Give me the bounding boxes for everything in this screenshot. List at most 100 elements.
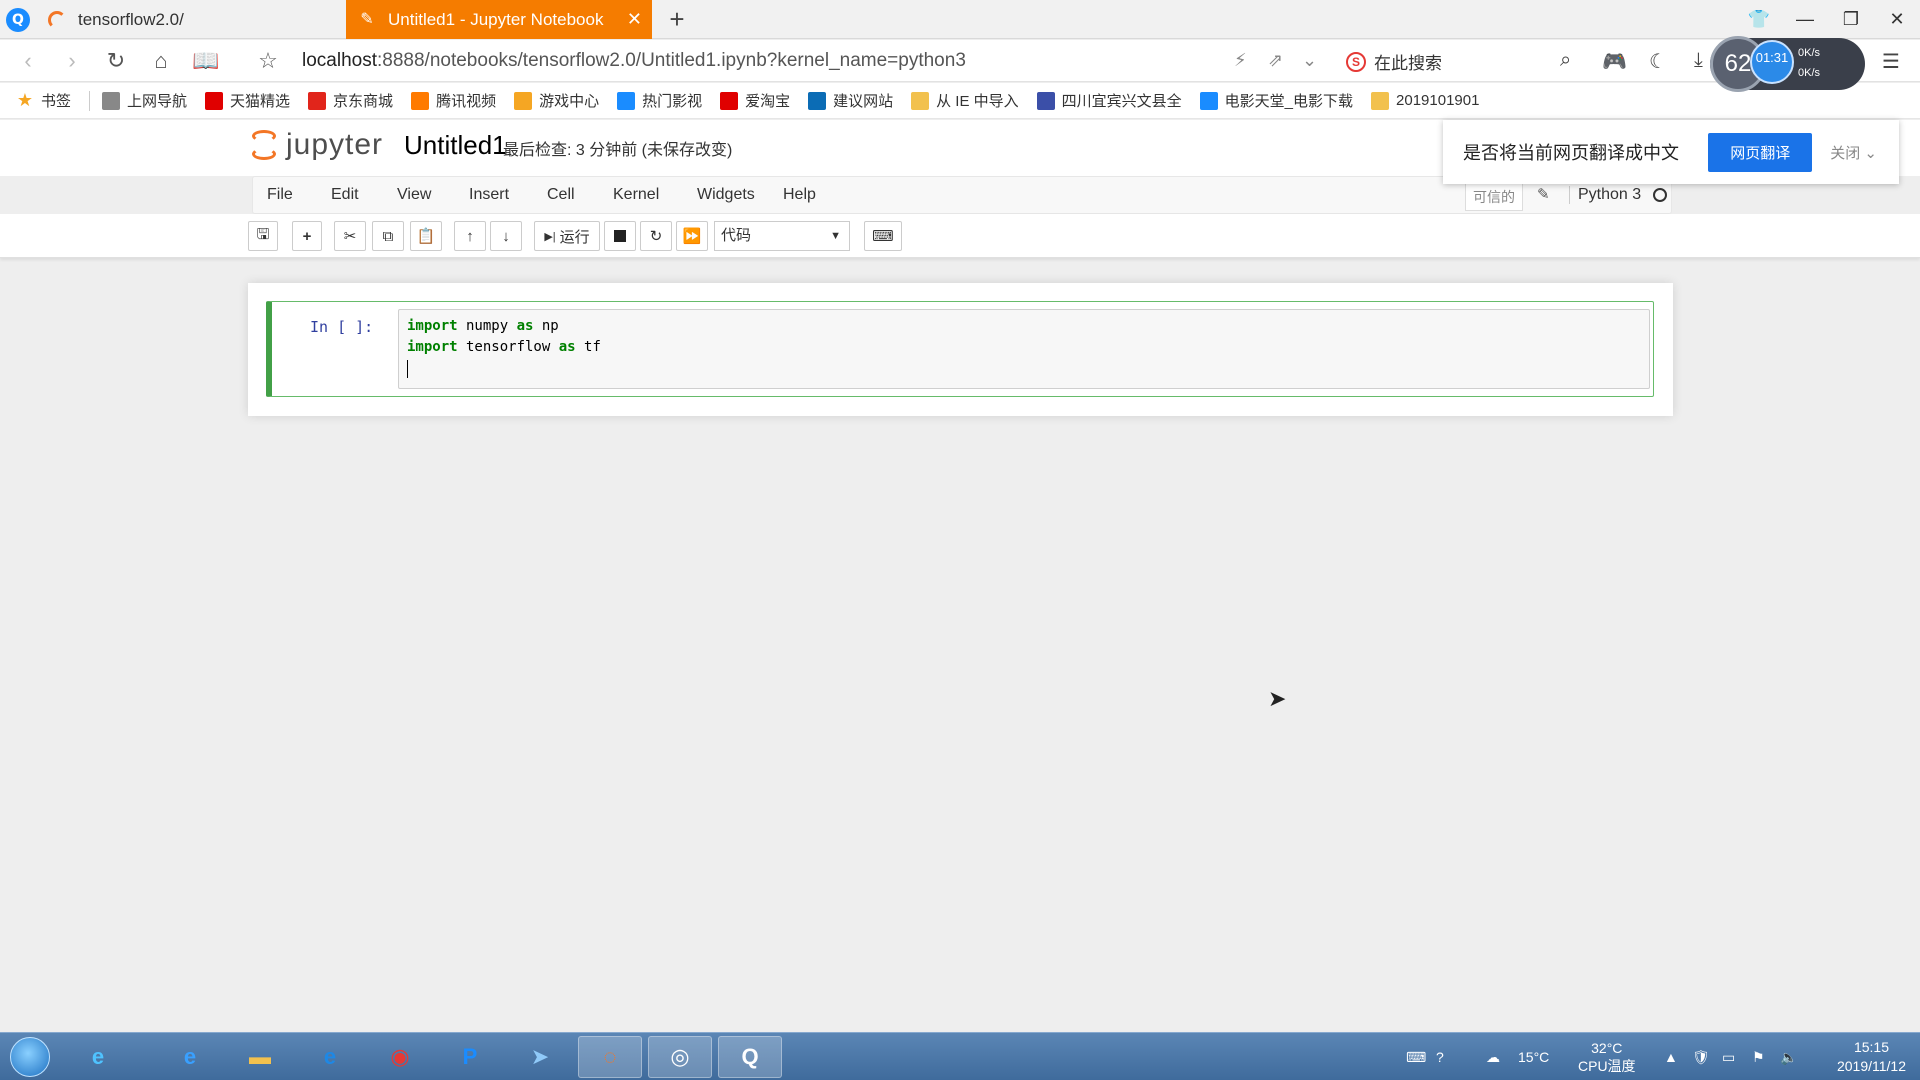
dropdown-chevron-icon[interactable]: ⌄ [1302, 50, 1317, 71]
system-clock[interactable]: 15:15 2019/11/12 [1837, 1038, 1906, 1076]
translate-close-label: 关闭 [1830, 144, 1861, 162]
chrome-taskbar-icon[interactable]: ◉ [368, 1036, 432, 1078]
browser-tab-tensorflow[interactable]: tensorflow2.0/ [36, 0, 344, 39]
edge-taskbar-icon[interactable]: e [298, 1036, 362, 1078]
show-hidden-icons-icon[interactable]: ▲ [1664, 1033, 1678, 1080]
download-icon[interactable]: ⤓ [1694, 49, 1703, 72]
pycharm-taskbar-icon[interactable]: P [438, 1036, 502, 1078]
copy-button[interactable]: ⧉ [372, 221, 404, 251]
explorer-folder-icon[interactable]: ▬ [228, 1036, 292, 1078]
volume-icon[interactable]: 🔈 [1780, 1033, 1797, 1080]
night-mode-icon[interactable]: ☾ [1649, 49, 1667, 74]
forward-icon[interactable]: › [58, 48, 86, 74]
new-tab-button[interactable]: + [662, 4, 692, 35]
close-window-icon[interactable]: ✕ [1874, 0, 1920, 39]
cloud-weather-icon[interactable]: ☁ [1486, 1033, 1500, 1080]
ie-taskbar-icon[interactable]: e [158, 1036, 222, 1078]
restart-run-all-button[interactable]: ⏩ [676, 221, 708, 251]
url-field[interactable]: localhost:8888/notebooks/tensorflow2.0/U… [302, 50, 966, 72]
bookmark-item[interactable]: 电影天堂_电影下载 [1199, 90, 1353, 111]
menu-widgets[interactable]: Widgets [697, 186, 755, 204]
reload-icon[interactable]: ↻ [102, 48, 130, 74]
pencil-icon[interactable]: ✎ [1537, 185, 1550, 203]
code-cell[interactable]: In [ ]: import numpy as np import tensorf… [266, 301, 1654, 397]
qq-browser-taskbar-icon[interactable]: Q [718, 1036, 782, 1078]
trusted-badge[interactable]: 可信的 [1465, 183, 1523, 211]
code-line: import tensorflow as tf [407, 337, 1641, 358]
restore-icon[interactable]: ❐ [1828, 0, 1874, 39]
search-box[interactable]: S 在此搜索 [1346, 49, 1442, 74]
start-button[interactable] [10, 1037, 50, 1077]
minimize-icon[interactable]: — [1782, 0, 1828, 39]
move-up-button[interactable]: ↑ [454, 221, 486, 251]
bookmark-label: 京东商城 [333, 93, 394, 110]
command-palette-button[interactable]: ⌨ [864, 221, 902, 251]
insert-cell-button[interactable]: + [292, 221, 322, 251]
network-icon[interactable]: ▭ [1722, 1033, 1735, 1080]
reading-mode-icon[interactable]: 📖 [192, 48, 220, 74]
skin-icon[interactable]: 👕 [1736, 0, 1782, 39]
restart-button[interactable]: ↻ [640, 221, 672, 251]
ie-taskbar-icon[interactable]: e [66, 1036, 130, 1078]
jupyter-taskbar-icon[interactable]: ◌ [578, 1036, 642, 1078]
bookmark-item[interactable]: 腾讯视频 [411, 90, 496, 111]
bookmark-item[interactable]: 建议网站 [808, 90, 893, 111]
feishu-taskbar-icon[interactable]: ➤ [508, 1036, 572, 1078]
address-bar: ‹ › ↻ ⌂ 📖 ☆ localhost:8888/notebooks/ten… [0, 40, 1920, 82]
browser-tab-untitled1[interactable]: ✎ Untitled1 - Jupyter Notebook ✕ [346, 0, 652, 39]
jupyter-logo[interactable]: jupyter [250, 128, 383, 162]
bookmark-star-icon[interactable]: ☆ [254, 48, 282, 74]
share-icon[interactable]: ⇗ [1268, 50, 1283, 71]
menu-help[interactable]: Help [783, 186, 816, 204]
save-button[interactable]: 🖫 [248, 221, 278, 251]
menu-icon[interactable]: ☰ [1882, 49, 1900, 74]
bookmark-item[interactable]: 爱淘宝 [720, 90, 790, 111]
bookmark-item[interactable]: 四川宜宾兴文县全 [1036, 90, 1182, 111]
cut-button[interactable]: ✂ [334, 221, 366, 251]
code-editor[interactable]: import numpy as np import tensorflow as t… [398, 309, 1650, 389]
jupyter-logo-text: jupyter [286, 128, 384, 161]
notebook-name[interactable]: Untitled1 [404, 130, 507, 161]
bookmark-item[interactable]: 热门影视 [617, 90, 702, 111]
paste-button[interactable]: 📋 [410, 221, 442, 251]
home-icon[interactable]: ⌂ [147, 48, 175, 74]
tab-label: tensorflow2.0/ [78, 9, 184, 29]
menu-kernel[interactable]: Kernel [613, 186, 659, 204]
bookmark-item[interactable]: 天猫精选 [205, 90, 290, 111]
keyboard-tray-icon[interactable]: ⌨ [1406, 1033, 1426, 1080]
help-tray-icon[interactable]: ? [1436, 1033, 1444, 1080]
bookmark-item[interactable]: 上网导航 [102, 90, 187, 111]
menu-view[interactable]: View [397, 186, 431, 204]
bookmark-item[interactable]: ★ 书签 [16, 90, 71, 111]
menu-insert[interactable]: Insert [469, 186, 509, 204]
run-button[interactable]: ▶| 运行 [534, 221, 600, 251]
translate-close-button[interactable]: 关闭 ⌄ [1830, 142, 1877, 163]
security-shield-icon[interactable]: 🛡 [1692, 1033, 1710, 1080]
browser-taskbar-icon[interactable]: ◎ [648, 1036, 712, 1078]
menu-cell[interactable]: Cell [547, 186, 575, 204]
gamepad-icon[interactable]: 🎮 [1602, 49, 1627, 74]
menu-edit[interactable]: Edit [331, 186, 359, 204]
arrow-up-icon: ↑ [466, 227, 474, 245]
browser-tab-strip: Q tensorflow2.0/ ✎ Untitled1 - Jupyter N… [0, 0, 1920, 39]
cpu-temp-widget[interactable]: 32°C CPU温度 [1578, 1033, 1636, 1080]
bookmark-item[interactable]: 2019101901 [1371, 91, 1479, 110]
bookmark-item[interactable]: 从 IE 中导入 [911, 90, 1019, 111]
action-center-flag-icon[interactable]: ⚑ [1752, 1033, 1765, 1080]
bookmark-item[interactable]: 游戏中心 [514, 90, 599, 111]
interrupt-button[interactable] [604, 221, 636, 251]
search-icon[interactable]: ⌕ [1560, 49, 1571, 72]
jupyter-logo-icon [250, 128, 278, 162]
translate-button[interactable]: 网页翻译 [1708, 132, 1813, 172]
close-tab-icon[interactable]: ✕ [627, 9, 642, 30]
cell-type-select[interactable]: 代码 ▼ [714, 221, 850, 251]
back-icon[interactable]: ‹ [14, 48, 42, 74]
paste-icon: 📋 [416, 228, 436, 245]
bookmark-item[interactable]: 京东商城 [308, 90, 393, 111]
menu-file[interactable]: File [267, 186, 293, 204]
browser-logo-icon[interactable]: Q [6, 8, 30, 32]
lightning-icon[interactable]: ⚡ [1234, 50, 1247, 71]
network-speed-widget[interactable]: 62 01:31 0K/s 0K/s [1710, 36, 1865, 92]
move-down-button[interactable]: ↓ [490, 221, 522, 251]
caret-down-icon: ▼ [830, 230, 841, 242]
